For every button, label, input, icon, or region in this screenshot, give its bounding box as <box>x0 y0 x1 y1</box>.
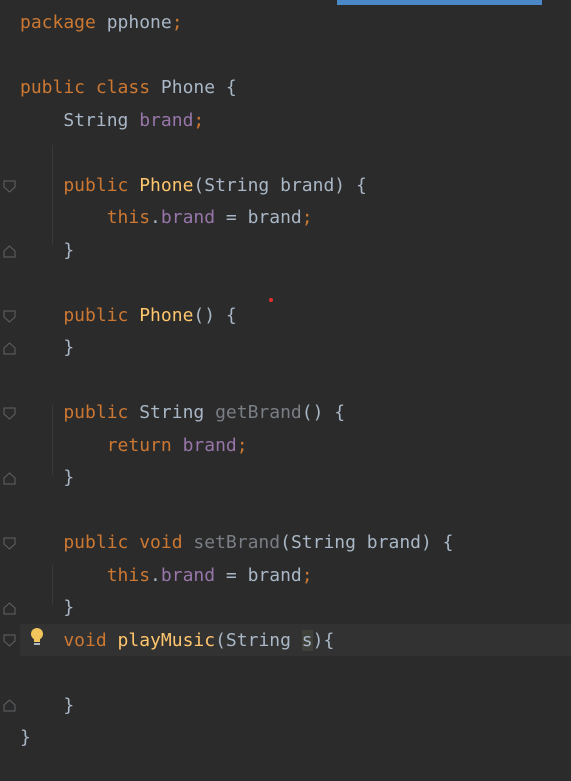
code-line[interactable]: } <box>20 722 31 755</box>
indent-guide <box>52 145 53 245</box>
code-token: ){ <box>312 629 335 651</box>
error-marker <box>269 298 273 302</box>
code-line[interactable]: public Phone() { <box>20 300 237 333</box>
code-line[interactable]: public String getBrand() { <box>20 397 345 430</box>
code-token: ; <box>193 109 205 131</box>
fold-close-icon[interactable] <box>3 245 16 258</box>
code-token: } <box>20 337 75 358</box>
code-token: public <box>20 174 140 196</box>
code-token: this <box>20 207 151 228</box>
code-token: } <box>20 727 31 748</box>
code-line[interactable]: this.brand = brand; <box>20 202 313 235</box>
code-line[interactable]: this.brand = brand; <box>20 560 313 593</box>
lightbulb-icon[interactable] <box>29 627 45 649</box>
code-line[interactable]: package pphone; <box>20 7 183 40</box>
code-token: return <box>20 434 183 456</box>
code-editor[interactable]: package pphone; public class Phone { Stri… <box>20 7 571 781</box>
code-token: void <box>139 532 194 553</box>
code-token: ; <box>171 12 183 33</box>
code-token: playMusic <box>117 629 216 651</box>
indent-guide <box>52 405 53 475</box>
code-token: Phone <box>139 174 194 196</box>
code-token: package <box>20 12 107 33</box>
code-token: () { <box>301 402 346 423</box>
fold-open-icon[interactable] <box>3 537 16 550</box>
code-line[interactable]: } <box>20 592 74 625</box>
code-token: Phone <box>139 304 194 326</box>
code-token: . <box>150 207 161 228</box>
code-line[interactable]: } <box>20 690 74 723</box>
fold-open-icon[interactable] <box>3 180 16 193</box>
code-line[interactable]: } <box>20 462 74 495</box>
code-token: public <box>20 532 140 553</box>
code-token: () { <box>193 304 237 326</box>
code-token: brand <box>160 564 216 586</box>
code-token: = brand <box>215 207 302 228</box>
code-token: public <box>20 77 96 98</box>
code-token: public <box>20 304 140 326</box>
code-token: } <box>20 694 75 716</box>
code-token: = brand <box>215 564 302 586</box>
code-token: s <box>301 629 313 651</box>
code-token: } <box>20 239 75 261</box>
fold-open-icon[interactable] <box>3 407 16 420</box>
fold-close-icon[interactable] <box>3 602 16 615</box>
code-token: pphone <box>106 12 172 33</box>
code-line[interactable]: } <box>20 332 74 365</box>
code-token: (String <box>215 629 302 651</box>
code-token: (String brand) { <box>280 532 454 553</box>
code-token: Phone { <box>160 77 237 98</box>
code-line[interactable]: return brand; <box>20 430 248 463</box>
code-line[interactable]: } <box>20 235 74 268</box>
fold-open-icon[interactable] <box>3 634 16 647</box>
code-token: ; <box>301 207 313 228</box>
code-token: public <box>20 402 140 423</box>
fold-close-icon[interactable] <box>3 699 16 712</box>
code-token: ; <box>301 564 313 586</box>
code-token: brand <box>182 434 237 456</box>
code-token: (String brand) { <box>193 174 367 196</box>
code-line[interactable]: public Phone(String brand) { <box>20 170 367 203</box>
fold-open-icon[interactable] <box>3 310 16 323</box>
code-line[interactable]: void playMusic(String s){ <box>20 625 334 658</box>
code-line[interactable]: public class Phone { <box>20 72 237 105</box>
code-token: this <box>20 564 151 586</box>
fold-close-icon[interactable] <box>3 472 16 485</box>
indent-guide <box>52 565 53 605</box>
code-token: } <box>20 597 75 618</box>
code-token: . <box>150 564 161 586</box>
code-token: ; <box>236 434 248 456</box>
code-token: } <box>20 467 75 488</box>
code-token: brand <box>139 109 194 131</box>
code-line[interactable]: public void setBrand(String brand) { <box>20 527 454 560</box>
code-line[interactable]: String brand; <box>20 105 204 138</box>
code-token: brand <box>160 207 216 228</box>
code-token: class <box>95 77 161 98</box>
code-token: String <box>20 109 140 131</box>
code-token: getBrand <box>215 402 302 423</box>
fold-close-icon[interactable] <box>3 342 16 355</box>
scroll-position-indicator[interactable] <box>337 0 542 5</box>
code-token: setBrand <box>193 532 281 553</box>
editor-gutter[interactable] <box>0 0 20 781</box>
code-token: String <box>139 402 216 423</box>
